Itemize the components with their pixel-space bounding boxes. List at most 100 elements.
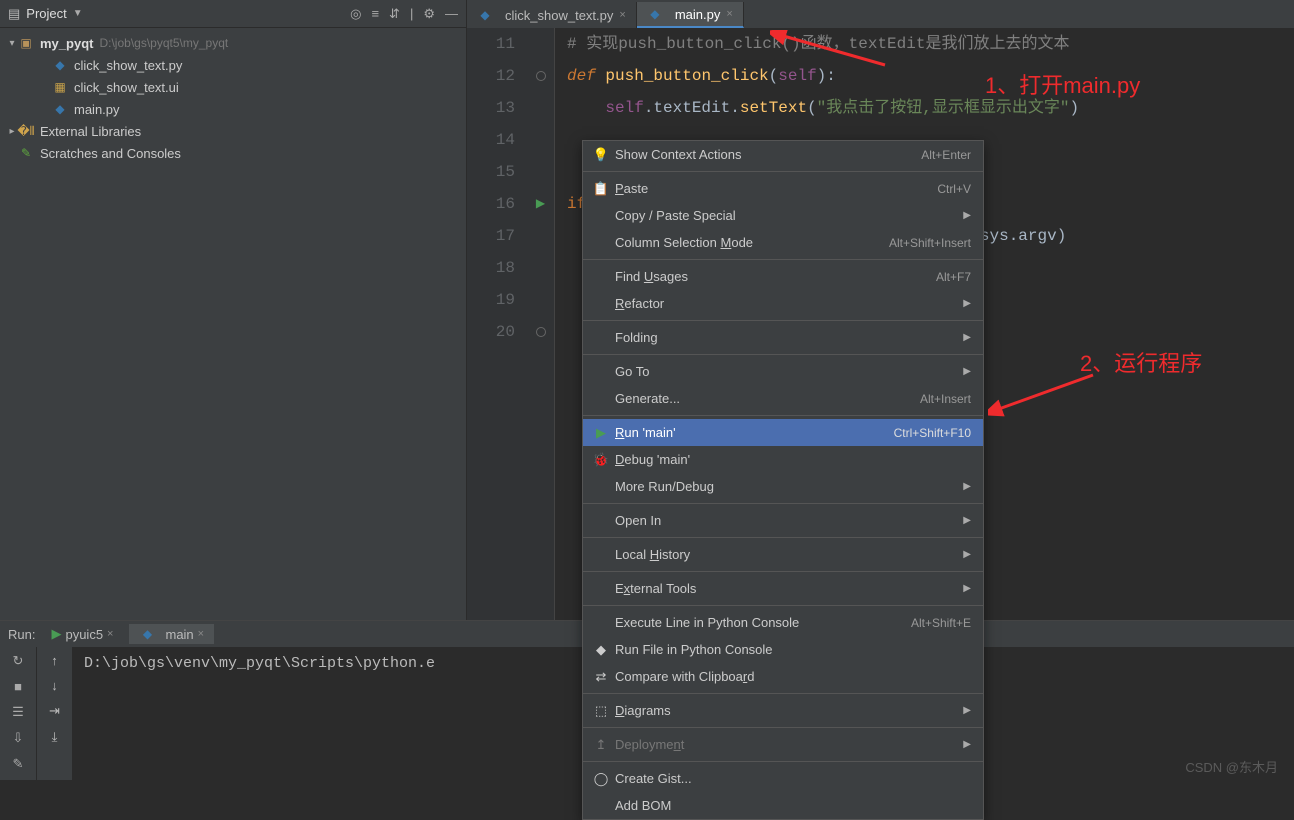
menu-separator xyxy=(583,320,983,321)
menu-item[interactable]: Copy / Paste Special▶ xyxy=(583,202,983,229)
sort-icon[interactable]: ⇵ xyxy=(389,6,400,22)
menu-item[interactable]: ⇄Compare with Clipboard xyxy=(583,663,983,690)
tree-scratches[interactable]: ✎ Scratches and Consoles xyxy=(0,142,466,164)
menu-item[interactable]: Generate...Alt+Insert xyxy=(583,385,983,412)
bulb-icon: 💡 xyxy=(591,147,611,163)
tree-item[interactable]: ◆ click_show_text.py xyxy=(0,54,466,76)
chevron-down-icon[interactable]: ▼ xyxy=(73,8,83,19)
menu-shortcut: Alt+Shift+Insert xyxy=(889,236,971,250)
sidebar-title[interactable]: Project xyxy=(26,6,66,21)
run-tab-main[interactable]: ◆ main × xyxy=(129,624,214,644)
scratch-icon: ✎ xyxy=(18,145,34,161)
menu-label: External Tools xyxy=(615,581,963,596)
tab-main[interactable]: ◆ main.py × xyxy=(637,2,744,28)
line-number[interactable]: 11 xyxy=(467,28,515,60)
menu-label: Execute Line in Python Console xyxy=(615,615,911,630)
menu-item[interactable]: External Tools▶ xyxy=(583,575,983,602)
line-number[interactable]: 19 xyxy=(467,284,515,316)
context-menu: 💡Show Context ActionsAlt+Enter 📋PasteCtrl… xyxy=(582,140,984,820)
menu-item[interactable]: Execute Line in Python ConsoleAlt+Shift+… xyxy=(583,609,983,636)
menu-label: Column Selection Mode xyxy=(615,235,889,250)
gh-icon: ◯ xyxy=(591,771,611,787)
submenu-arrow-icon: ▶ xyxy=(963,739,971,750)
line-number[interactable]: 14 xyxy=(467,124,515,156)
menu-label: Paste xyxy=(615,181,937,196)
target-icon[interactable]: ◎ xyxy=(350,6,361,22)
tree-item[interactable]: ▦ click_show_text.ui xyxy=(0,76,466,98)
menu-item[interactable]: Folding▶ xyxy=(583,324,983,351)
line-gutter: 11 12 13 14 15 16 17 18 19 20 xyxy=(467,28,527,620)
fold-icon[interactable] xyxy=(536,71,546,81)
menu-label: Copy / Paste Special xyxy=(615,208,963,223)
wrap-icon[interactable]: ⇥ xyxy=(49,703,60,719)
menu-item[interactable]: ◯Create Gist... xyxy=(583,765,983,792)
menu-label: Deployment xyxy=(615,737,963,752)
chevron-right-icon[interactable]: ▸ xyxy=(6,126,18,137)
menu-item[interactable]: Local History▶ xyxy=(583,541,983,568)
menu-label: Open In xyxy=(615,513,963,528)
menu-item[interactable]: Column Selection ModeAlt+Shift+Insert xyxy=(583,229,983,256)
menu-item[interactable]: Add BOM xyxy=(583,792,983,819)
tree-root[interactable]: ▾ ▣ my_pyqt D:\job\gs\pyqt5\my_pyqt xyxy=(0,32,466,54)
line-number[interactable]: 20 xyxy=(467,316,515,348)
run-toolbar: ↻ ■ ☰ ⇩ ✎ xyxy=(0,647,36,780)
up-icon[interactable]: ↑ xyxy=(51,653,58,668)
run-tab-pyuic5[interactable]: ▶ pyuic5 × xyxy=(41,624,123,644)
close-icon[interactable]: × xyxy=(726,8,732,20)
ui-file-icon: ▦ xyxy=(52,79,68,95)
menu-shortcut: Ctrl+V xyxy=(937,182,971,196)
line-number[interactable]: 12 xyxy=(467,60,515,92)
fold-icon[interactable] xyxy=(536,327,546,337)
menu-item[interactable]: 💡Show Context ActionsAlt+Enter xyxy=(583,141,983,168)
menu-item[interactable]: Open In▶ xyxy=(583,507,983,534)
run-gutter-icon[interactable]: ▶ xyxy=(536,188,545,220)
tab-click-show-text[interactable]: ◆ click_show_text.py × xyxy=(467,2,637,28)
menu-item[interactable]: More Run/Debug▶ xyxy=(583,473,983,500)
tree-item[interactable]: ◆ main.py xyxy=(0,98,466,120)
tab-label: main.py xyxy=(675,7,721,22)
menu-item[interactable]: ⬚Diagrams▶ xyxy=(583,697,983,724)
python-file-icon: ◆ xyxy=(52,57,68,73)
tree-external-libs[interactable]: ▸ �⫴ External Libraries xyxy=(0,120,466,142)
close-icon[interactable]: × xyxy=(619,9,625,21)
scroll-icon[interactable]: ⤓ xyxy=(52,729,58,745)
tree-item-label: Scratches and Consoles xyxy=(40,146,181,161)
expand-icon[interactable]: ≡ xyxy=(371,6,379,21)
submenu-arrow-icon: ▶ xyxy=(963,515,971,526)
close-icon[interactable]: × xyxy=(107,628,113,640)
close-icon[interactable]: × xyxy=(198,628,204,640)
down-icon[interactable]: ↓ xyxy=(51,678,58,693)
trash-icon[interactable]: ✎ xyxy=(13,756,24,772)
menu-label: Debug 'main' xyxy=(615,452,971,467)
debug-icon: 🐞 xyxy=(591,452,611,468)
menu-label: Generate... xyxy=(615,391,920,406)
rerun-icon[interactable]: ↻ xyxy=(13,653,24,669)
chevron-down-icon[interactable]: ▾ xyxy=(6,38,18,49)
stop-icon[interactable]: ■ xyxy=(14,679,22,694)
menu-item[interactable]: ▶Run 'main'Ctrl+Shift+F10 xyxy=(583,419,983,446)
line-number[interactable]: 17 xyxy=(467,220,515,252)
menu-item[interactable]: 📋PasteCtrl+V xyxy=(583,175,983,202)
code-text: sys xyxy=(980,227,1009,245)
line-number[interactable]: 15 xyxy=(467,156,515,188)
menu-item[interactable]: Find UsagesAlt+F7 xyxy=(583,263,983,290)
menu-shortcut: Alt+Shift+E xyxy=(911,616,971,630)
layout-icon[interactable]: ☰ xyxy=(12,704,24,720)
line-number[interactable]: 18 xyxy=(467,252,515,284)
menu-label: Go To xyxy=(615,364,963,379)
menu-separator xyxy=(583,605,983,606)
menu-label: Find Usages xyxy=(615,269,936,284)
menu-item[interactable]: 🐞 Debug 'main' xyxy=(583,446,983,473)
menu-item[interactable]: ◆Run File in Python Console xyxy=(583,636,983,663)
line-number[interactable]: 16 xyxy=(467,188,515,220)
sidebar-header: ▤ Project ▼ ◎ ≡ ⇵ | ⚙ — xyxy=(0,0,466,28)
menu-item[interactable]: Go To▶ xyxy=(583,358,983,385)
submenu-arrow-icon: ▶ xyxy=(963,332,971,343)
menu-separator xyxy=(583,354,983,355)
gear-icon[interactable]: ⚙ xyxy=(423,6,435,22)
line-number[interactable]: 13 xyxy=(467,92,515,124)
menu-item[interactable]: Refactor▶ xyxy=(583,290,983,317)
filter-icon[interactable]: ⇩ xyxy=(13,730,24,746)
minimize-icon[interactable]: — xyxy=(445,6,458,21)
tree-item-label: main.py xyxy=(74,102,120,117)
